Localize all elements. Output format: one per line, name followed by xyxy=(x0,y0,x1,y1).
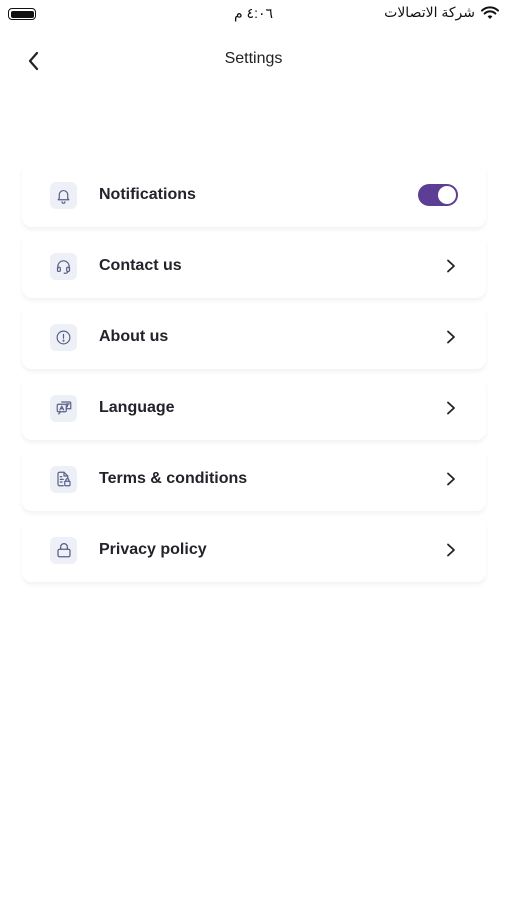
wifi-icon xyxy=(481,5,499,20)
document-lock-icon xyxy=(50,465,77,493)
chevron-right-icon xyxy=(444,401,458,415)
page-title: Settings xyxy=(224,50,283,67)
settings-list: Notifications Contact us About us Langua… xyxy=(22,163,486,589)
settings-item-language[interactable]: Language xyxy=(22,376,486,440)
settings-item-label: Contact us xyxy=(99,257,182,274)
settings-item-label: Privacy policy xyxy=(99,541,207,558)
lock-icon xyxy=(50,536,77,564)
settings-item-privacy-policy[interactable]: Privacy policy xyxy=(22,518,486,582)
settings-item-about-us[interactable]: About us xyxy=(22,305,486,369)
settings-item-label: About us xyxy=(99,328,169,345)
chevron-right-icon xyxy=(444,259,458,273)
carrier-name: شركة الاتصالات xyxy=(384,4,475,20)
headphones-icon xyxy=(50,252,77,280)
notifications-toggle[interactable] xyxy=(418,184,458,206)
settings-item-label: Terms & conditions xyxy=(99,470,248,487)
settings-item-label: Language xyxy=(99,399,175,416)
status-right: شركة الاتصالات xyxy=(384,4,499,21)
info-circle-icon xyxy=(50,323,77,351)
status-bar: ٤:٠٦ م شركة الاتصالات xyxy=(0,0,507,30)
settings-item-terms[interactable]: Terms & conditions xyxy=(22,447,486,511)
settings-item-label: Notifications xyxy=(99,186,196,203)
chevron-right-icon xyxy=(444,330,458,344)
chevron-right-icon xyxy=(444,543,458,557)
toggle-knob xyxy=(438,186,456,204)
header: Settings xyxy=(0,38,507,82)
translate-icon xyxy=(50,394,77,422)
bell-icon xyxy=(50,181,77,209)
settings-item-contact-us[interactable]: Contact us xyxy=(22,234,486,298)
chevron-right-icon xyxy=(444,472,458,486)
settings-item-notifications[interactable]: Notifications xyxy=(22,163,486,227)
